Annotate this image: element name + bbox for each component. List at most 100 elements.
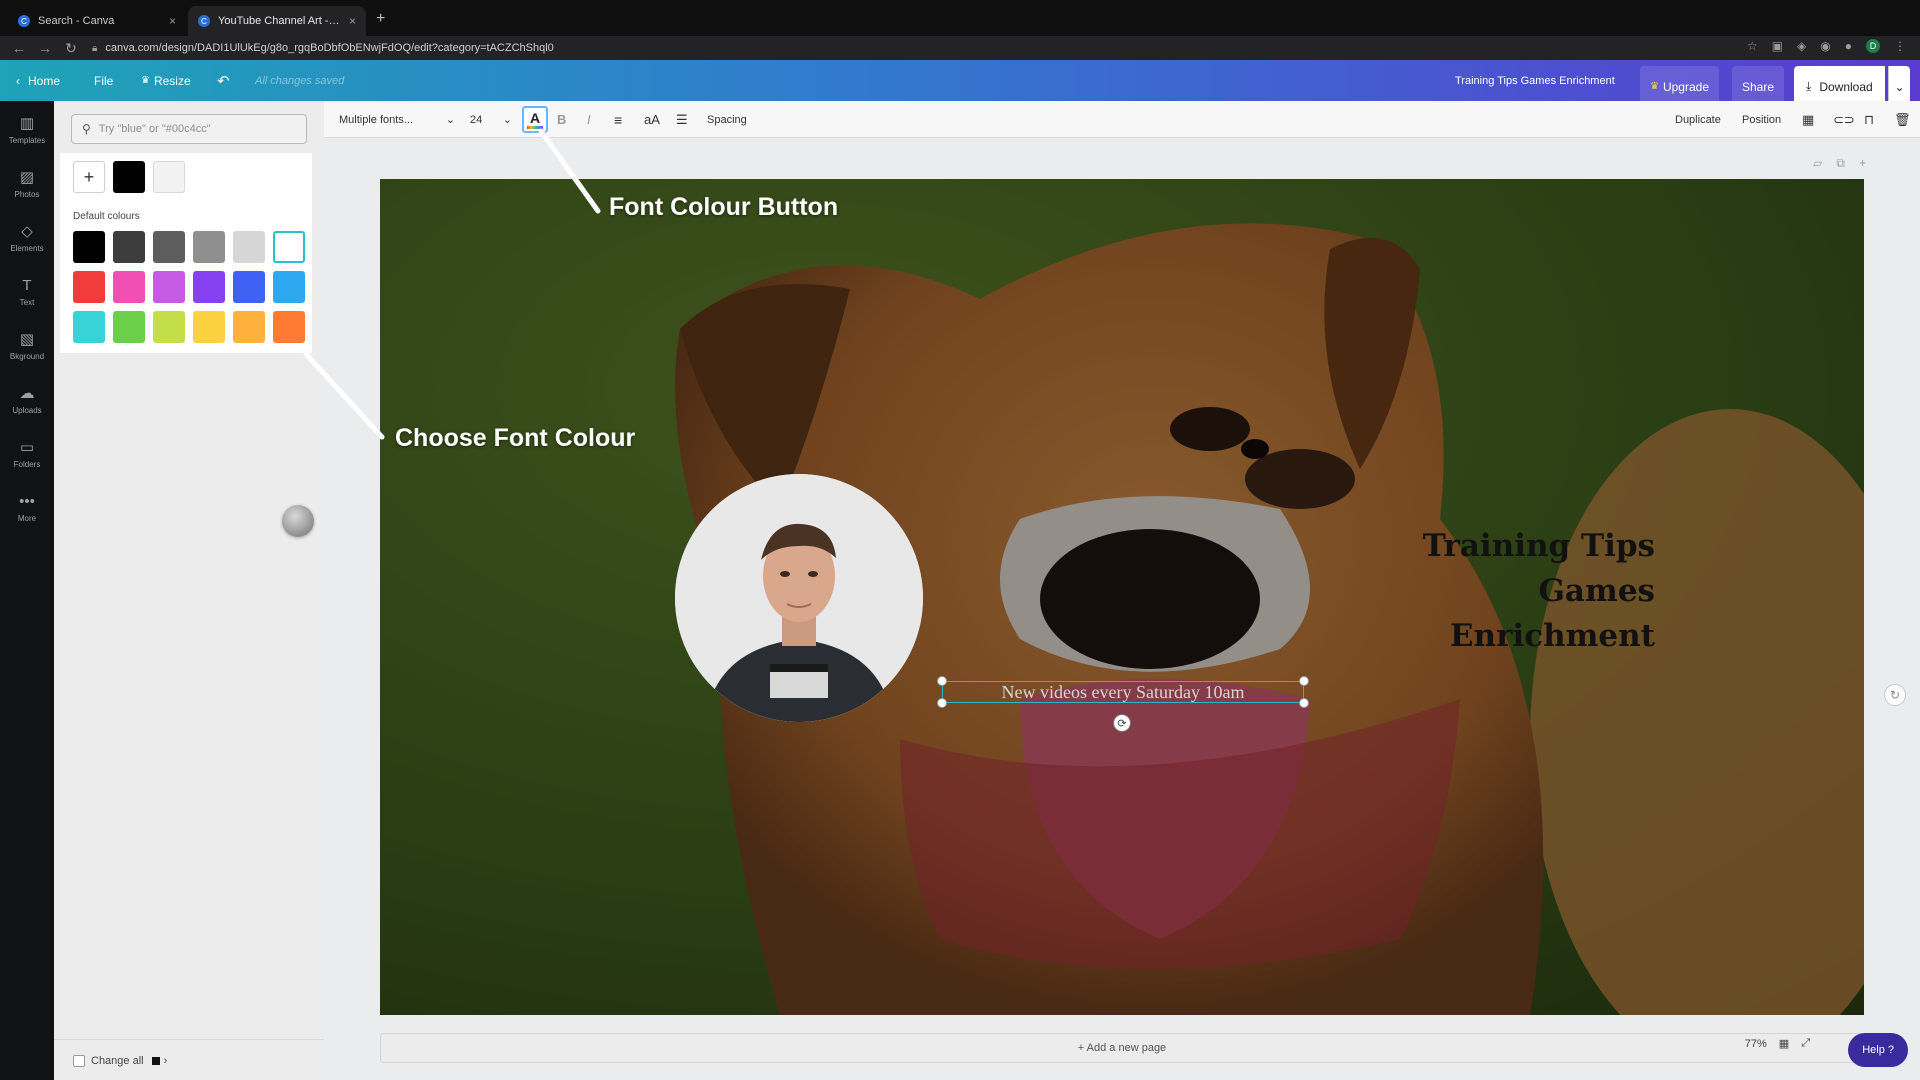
sidebar-item-text[interactable]: T Text [0, 267, 54, 317]
profile-avatar[interactable]: D [1866, 39, 1880, 53]
font-colour-button[interactable]: A [522, 106, 548, 133]
letter-case-button[interactable]: aA [644, 101, 660, 138]
tab-youtube-channel-art[interactable]: C YouTube Channel Art - Training Tips Ga… [188, 6, 366, 36]
lock-icon[interactable]: ⊓ [1864, 101, 1874, 138]
default-colour-swatch[interactable] [113, 271, 145, 303]
forward-icon[interactable]: → [38, 40, 52, 56]
sidebar-item-label: More [17, 513, 37, 523]
colour-search-input[interactable]: ⚲ Try "blue" or "#00c4cc" [71, 114, 307, 144]
default-colour-swatch[interactable] [73, 231, 105, 263]
presenter-portrait-photo [675, 474, 923, 722]
delete-icon[interactable]: 🗑︎ [1894, 101, 1911, 138]
default-colour-swatch[interactable] [153, 271, 185, 303]
default-colour-swatch[interactable] [233, 231, 265, 263]
sidebar-item-folders[interactable]: ▭ Folders [0, 429, 54, 479]
chevron-left-icon: ‹ [16, 73, 20, 88]
extension-icon[interactable]: ▣ [1772, 39, 1783, 53]
change-all-toggle[interactable]: Change all › [73, 1055, 167, 1067]
browser-toolbar: ← → ↻ 🔒︎ canva.com/design/DADI1UlUkEg/g8… [0, 36, 1920, 60]
duplicate-button[interactable]: Duplicate [1675, 101, 1721, 138]
transparency-icon[interactable]: ▦ [1802, 101, 1814, 138]
document-colour-swatch[interactable] [153, 161, 185, 193]
default-colour-swatch[interactable] [193, 231, 225, 263]
default-colour-swatch[interactable] [273, 231, 305, 263]
default-colour-swatch[interactable] [233, 311, 265, 343]
default-colour-swatch[interactable] [113, 311, 145, 343]
browser-menu-icon[interactable]: ⋮ [1894, 39, 1906, 53]
design-canvas[interactable]: Training Tips Games Enrichment New video… [380, 179, 1864, 1015]
default-colour-swatch[interactable] [73, 311, 105, 343]
list-icon[interactable]: ☰ [676, 101, 688, 138]
grammarly-icon[interactable]: ● [1845, 39, 1852, 53]
add-page-icon[interactable]: + [1859, 156, 1866, 171]
default-colour-swatch[interactable] [273, 271, 305, 303]
close-tab-icon[interactable]: × [169, 14, 176, 28]
new-tab-button[interactable]: + [376, 10, 385, 28]
elements-icon: ◇ [21, 222, 33, 240]
canva-favicon-icon: C [198, 15, 210, 27]
default-colour-swatch[interactable] [193, 311, 225, 343]
zoom-level[interactable]: 77% [1745, 1038, 1767, 1050]
home-button[interactable]: ‹ Home [16, 60, 60, 101]
align-center-icon[interactable]: ≡ [614, 101, 622, 138]
colour-panel: ⚲ Try "blue" or "#00c4cc" + Default colo… [54, 101, 324, 1080]
add-new-page-button[interactable]: + Add a new page [380, 1033, 1864, 1063]
position-button[interactable]: Position [1742, 101, 1781, 138]
tab-search-canva[interactable]: C Search - Canva × [8, 6, 186, 36]
back-icon[interactable]: ← [12, 40, 26, 56]
resize-handle[interactable] [1299, 698, 1309, 708]
default-colour-swatch[interactable] [233, 271, 265, 303]
add-colour-button[interactable]: + [73, 161, 105, 193]
spacing-button[interactable]: Spacing [707, 101, 747, 138]
sidebar-item-templates[interactable]: ▥ Templates [0, 105, 54, 155]
grid-view-icon[interactable]: ▦ [1779, 1037, 1789, 1050]
sidebar-item-photos[interactable]: ▨ Photos [0, 159, 54, 209]
sidebar-item-more[interactable]: ••• More [0, 483, 54, 533]
undo-icon[interactable]: ↶ [217, 60, 230, 101]
change-all-checkbox[interactable] [73, 1055, 85, 1067]
document-colour-swatch[interactable] [113, 161, 145, 193]
help-button[interactable]: Help ? [1848, 1033, 1908, 1067]
default-colour-swatch[interactable] [73, 271, 105, 303]
sidebar-item-label: Elements [10, 243, 44, 253]
sidebar-item-elements[interactable]: ◇ Elements [0, 213, 54, 263]
resize-button[interactable]: ♛ Resize [141, 60, 191, 101]
link-icon[interactable]: ⊂⊃ [1833, 101, 1855, 138]
extension-icon[interactable]: ◉ [1820, 39, 1830, 53]
resize-handle[interactable] [1299, 676, 1309, 686]
font-size-dropdown[interactable]: 24 ⌄ [470, 101, 512, 138]
italic-button[interactable]: I [587, 101, 591, 138]
bold-button[interactable]: B [557, 101, 566, 138]
sidebar-item-label: Uploads [12, 405, 42, 415]
upgrade-label: Upgrade [1662, 79, 1709, 94]
divider [54, 1039, 324, 1040]
sidebar-item-bkground[interactable]: ▧ Bkground [0, 321, 54, 371]
design-title[interactable]: Training Tips Games Enrichment [1455, 60, 1615, 101]
default-colour-swatch[interactable] [113, 231, 145, 263]
address-bar[interactable]: 🔒︎ canva.com/design/DADI1UlUkEg/g8o_rgqB… [92, 39, 554, 57]
rotate-icon[interactable]: ⟳ [1113, 714, 1131, 732]
default-colour-swatch[interactable] [273, 311, 305, 343]
copy-page-icon[interactable]: ⧉ [1836, 156, 1845, 171]
tagline-text-box[interactable]: New videos every Saturday 10am [942, 681, 1304, 703]
title-line: Enrichment [1449, 618, 1655, 654]
sidebar-item-label: Photos [14, 189, 40, 199]
default-colour-swatch[interactable] [153, 231, 185, 263]
resize-handle[interactable] [937, 676, 947, 686]
note-icon[interactable]: ▱ [1813, 156, 1822, 171]
close-tab-icon[interactable]: × [349, 14, 356, 28]
extension-icon[interactable]: ◈ [1797, 39, 1806, 53]
sidebar-item-uploads[interactable]: ☁ Uploads [0, 375, 54, 425]
default-colour-swatch[interactable] [153, 311, 185, 343]
file-menu[interactable]: File [94, 60, 113, 101]
reload-icon[interactable]: ↻ [64, 40, 78, 57]
bookmark-star-icon[interactable]: ☆ [1747, 39, 1758, 53]
font-family-dropdown[interactable]: Multiple fonts... ⌄ [339, 101, 455, 138]
resize-handle[interactable] [937, 698, 947, 708]
channel-title-text[interactable]: Training Tips Games Enrichment [1345, 524, 1655, 659]
fullscreen-icon[interactable]: ⤢ [1801, 1037, 1810, 1050]
crown-icon: ♛ [141, 75, 150, 86]
default-colour-swatch[interactable] [193, 271, 225, 303]
refresh-icon[interactable]: ↻ [1884, 684, 1906, 706]
templates-icon: ▥ [19, 114, 35, 132]
